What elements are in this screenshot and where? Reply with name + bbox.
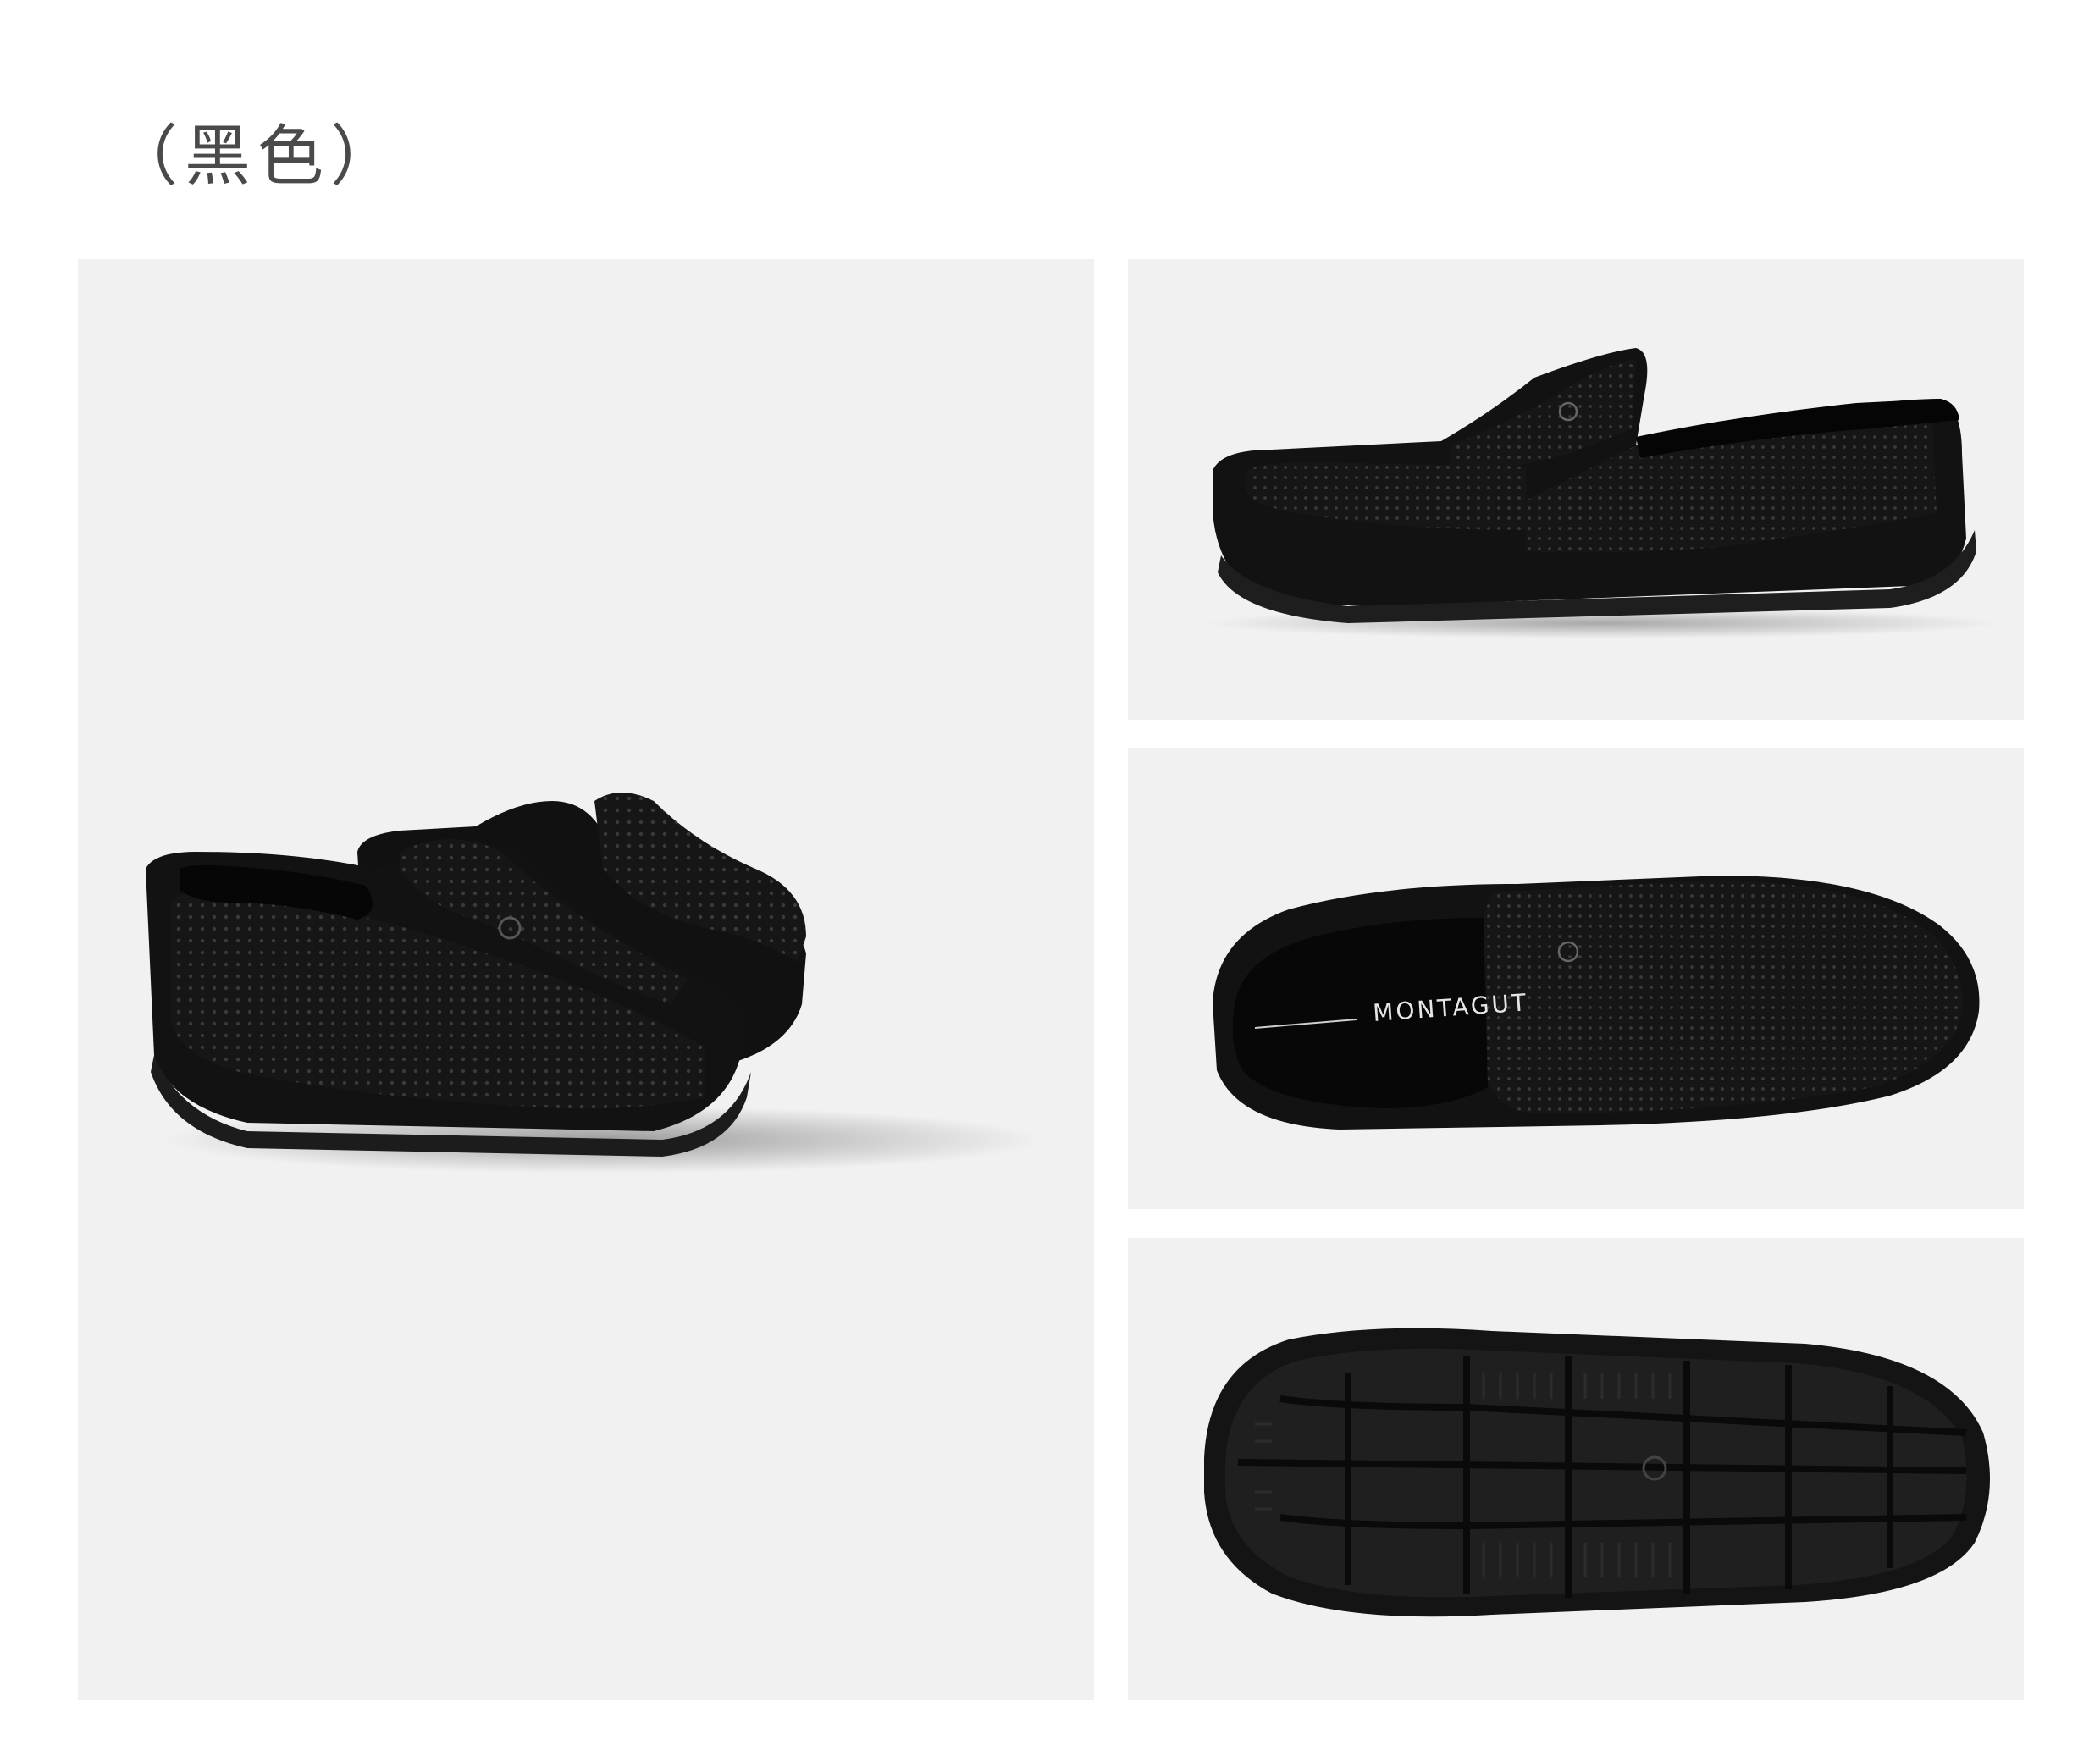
- loafer-side-illustration: [1204, 348, 2000, 638]
- loafer-sole-illustration: [1204, 1328, 1990, 1617]
- product-image-side-view[interactable]: [1128, 259, 2024, 720]
- loafer-pair-illustration: [146, 793, 1043, 1174]
- product-image-sole-view[interactable]: [1128, 1238, 2024, 1700]
- loafer-top-illustration: MONTAGUT: [1213, 876, 1980, 1130]
- color-variant-label: （黑色）: [112, 119, 404, 195]
- product-image-top-view[interactable]: MONTAGUT: [1128, 748, 2024, 1209]
- product-image-pair-angle[interactable]: [78, 259, 1094, 1700]
